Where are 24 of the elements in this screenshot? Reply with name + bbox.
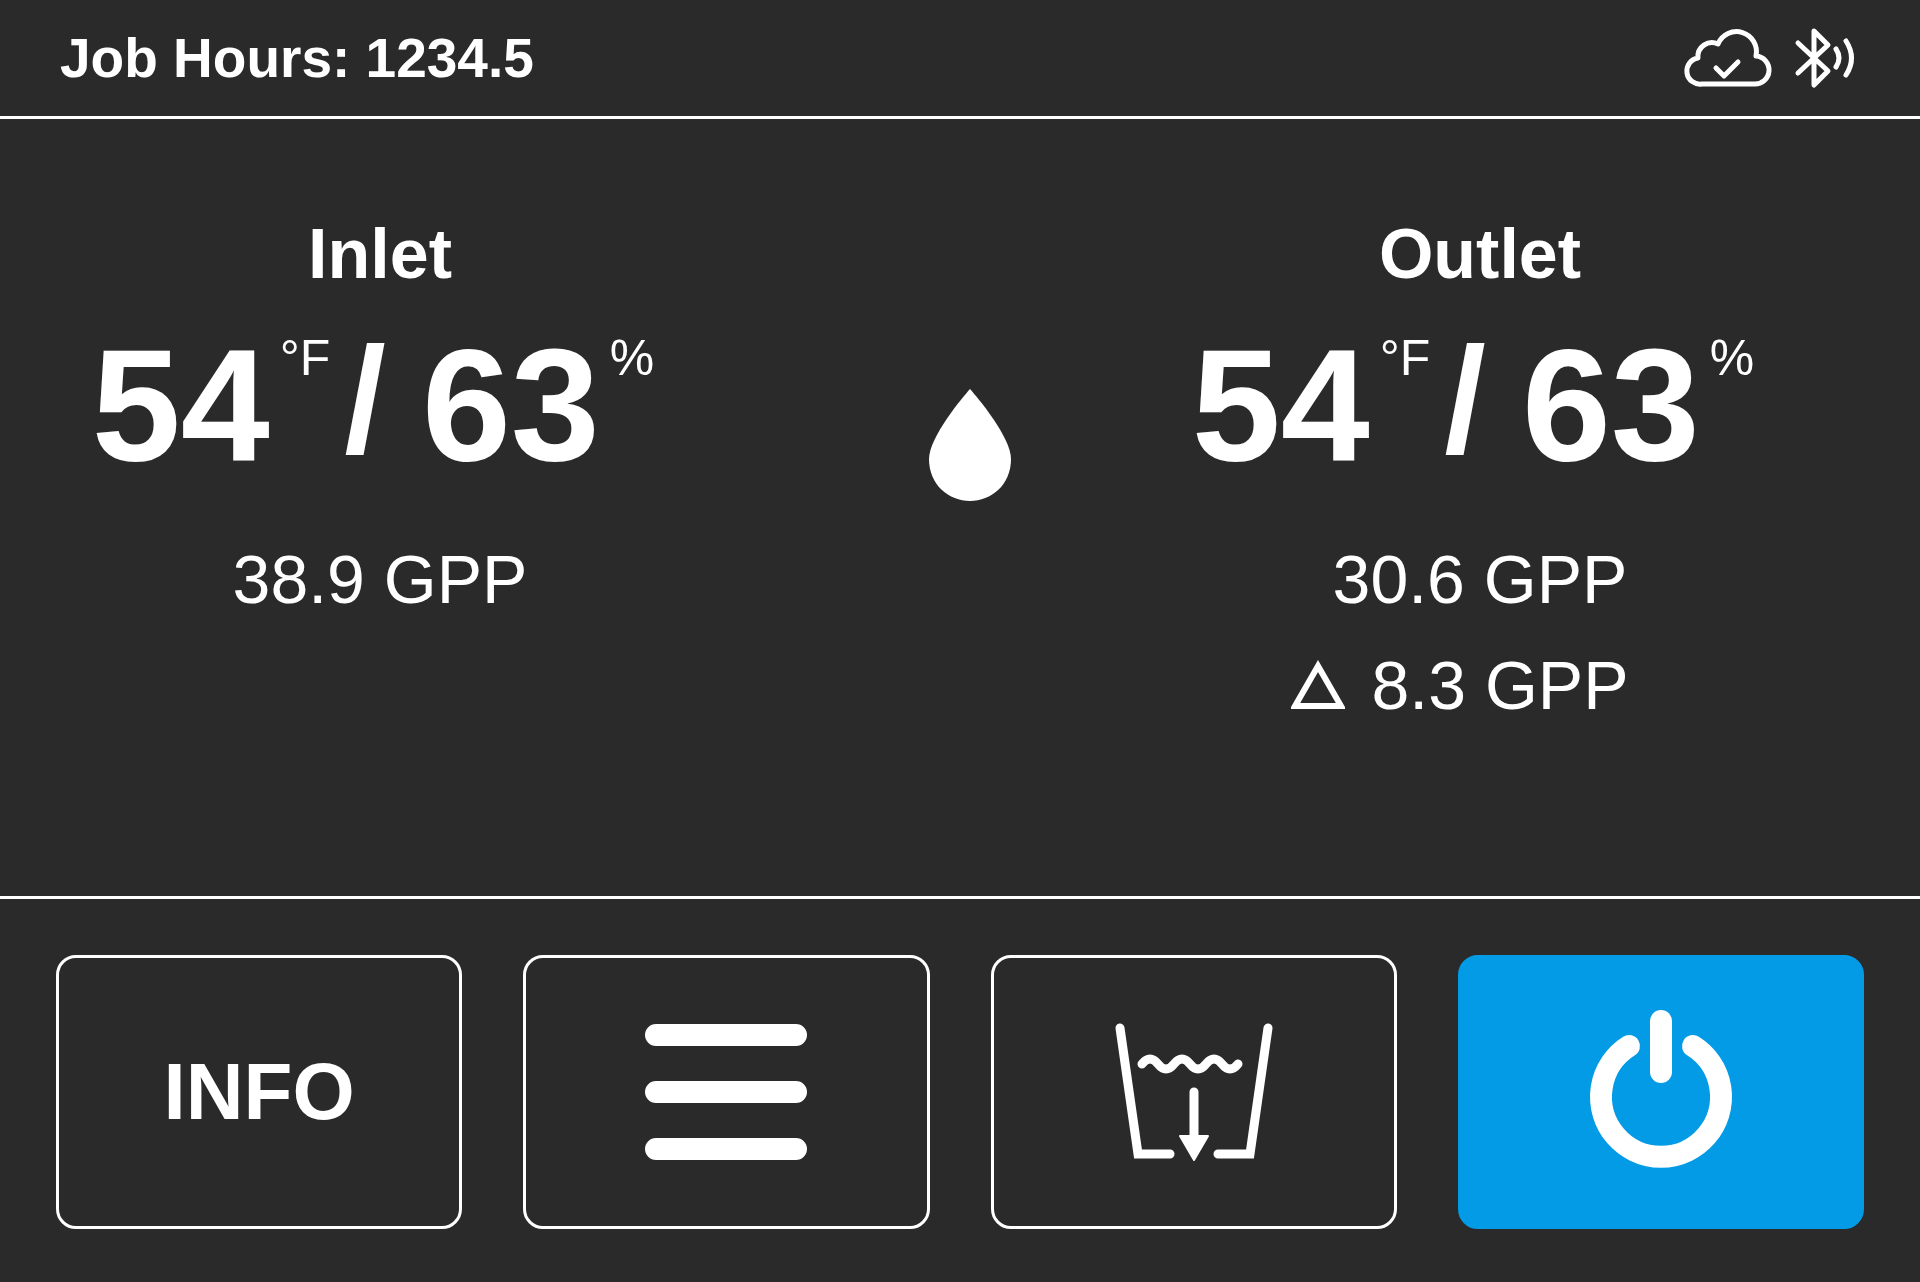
delta-gpp-value: 8.3 GPP (1371, 651, 1629, 719)
humidity-value: 63 (421, 325, 600, 485)
separator: / (1444, 325, 1486, 475)
menu-button[interactable] (523, 955, 930, 1229)
gpp-value: 38.9 GPP (232, 545, 528, 613)
water-drop-icon (927, 387, 1013, 503)
cloud-check-icon (1682, 26, 1772, 90)
temperature-value: 54 (1191, 325, 1370, 485)
info-button[interactable]: INFO (56, 955, 463, 1229)
job-hours: Job Hours: 1234.5 (60, 26, 534, 90)
temperature-unit: °F (279, 333, 331, 383)
temperature-unit: °F (1379, 333, 1431, 383)
delta-icon (1291, 660, 1346, 710)
sensor-title: Inlet (308, 219, 452, 289)
gpp-value: 30.6 GPP (1332, 545, 1628, 613)
humidity-unit: % (609, 333, 655, 383)
separator: / (344, 325, 386, 475)
sensor-title: Outlet (1378, 219, 1582, 289)
temperature-value: 54 (91, 325, 270, 485)
humidity-unit: % (1709, 333, 1755, 383)
menu-icon (645, 1024, 808, 1160)
drain-button[interactable] (990, 955, 1397, 1229)
power-button[interactable] (1457, 955, 1864, 1229)
humidity-value: 63 (1521, 325, 1700, 485)
